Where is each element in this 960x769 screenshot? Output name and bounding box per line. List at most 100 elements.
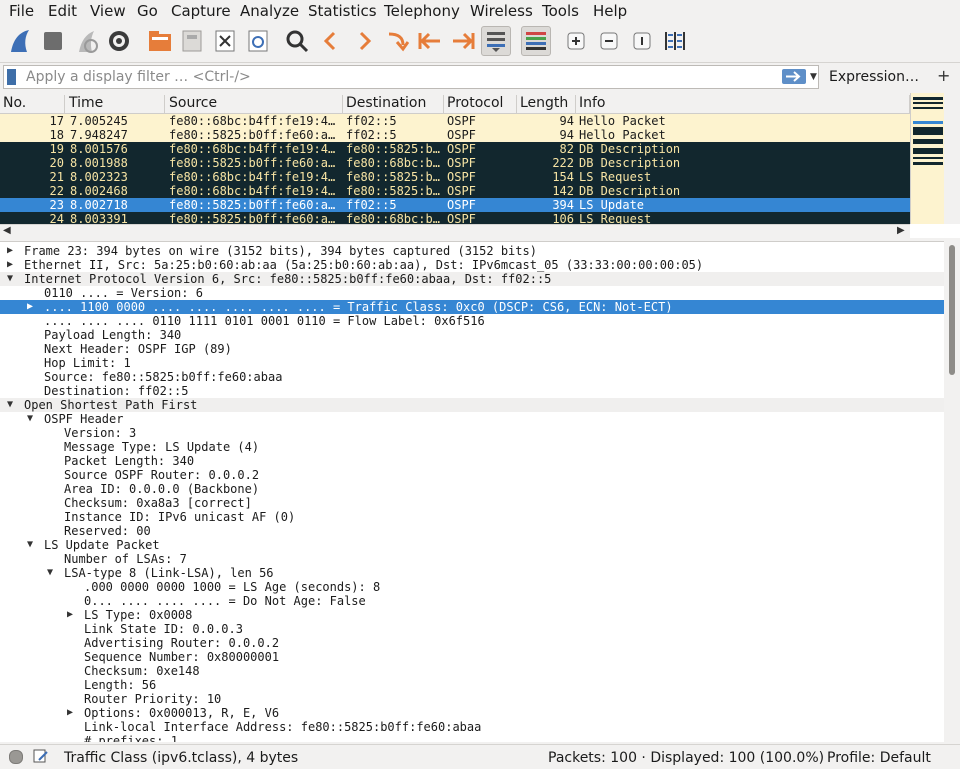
column-header-destination[interactable]: Destination — [343, 95, 444, 113]
detail-tree-node[interactable]: Instance ID: IPv6 unicast AF (0) — [0, 510, 944, 524]
menu-wireless[interactable]: Wireless — [470, 2, 533, 20]
detail-tree-node[interactable]: 0110 .... = Version: 6 — [0, 286, 944, 300]
collapse-arrow-icon[interactable]: ▼ — [27, 538, 39, 552]
go-first-packet-icon[interactable] — [415, 26, 445, 56]
detail-tree-node[interactable]: ▼ LSA-type 8 (Link-LSA), len 56 — [0, 566, 944, 580]
detail-tree-node[interactable]: ▶ .... 1100 0000 .... .... .... .... ....… — [0, 300, 944, 314]
close-file-icon[interactable] — [210, 26, 240, 56]
scroll-right-icon[interactable]: ▶ — [897, 225, 905, 236]
packet-row[interactable]: 19 8.001576 fe80::68bc:b4ff:fe19:4… fe80::5… — [0, 142, 910, 156]
detail-tree-node[interactable]: Hop Limit: 1 — [0, 356, 944, 370]
detail-tree-node[interactable]: Number of LSAs: 7 — [0, 552, 944, 566]
detail-tree-node[interactable]: ▼ LS Update Packet — [0, 538, 944, 552]
packet-row[interactable]: 21 8.002323 fe80::68bc:b4ff:fe19:4… fe80::5… — [0, 170, 910, 184]
menu-statistics[interactable]: Statistics — [308, 2, 377, 20]
collapse-arrow-icon[interactable]: ▼ — [47, 566, 59, 580]
detail-tree-node[interactable]: 0... .... .... .... = Do Not Age: False — [0, 594, 944, 608]
normal-size-icon[interactable] — [627, 26, 657, 56]
detail-tree-node[interactable]: Length: 56 — [0, 678, 944, 692]
packet-row[interactable]: 22 8.002468 fe80::68bc:b4ff:fe19:4… fe80::5… — [0, 184, 910, 198]
menu-help[interactable]: Help — [593, 2, 627, 20]
packet-minimap[interactable] — [910, 93, 945, 224]
menu-telephony[interactable]: Telephony — [384, 2, 460, 20]
filter-history-dropdown-icon[interactable]: ▼ — [810, 72, 817, 82]
capture-options-icon[interactable] — [104, 26, 134, 56]
detail-tree-node[interactable]: Next Header: OSPF IGP (89) — [0, 342, 944, 356]
reload-file-icon[interactable] — [243, 26, 273, 56]
expand-arrow-icon[interactable]: ▶ — [67, 706, 79, 720]
expand-arrow-icon[interactable]: ▶ — [67, 608, 79, 622]
detail-tree-node[interactable]: Reserved: 00 — [0, 524, 944, 538]
detail-tree-node[interactable]: Checksum: 0xa8a3 [correct] — [0, 496, 944, 510]
detail-tree-node[interactable]: Packet Length: 340 — [0, 454, 944, 468]
menu-tools[interactable]: Tools — [542, 2, 579, 20]
packet-row[interactable]: 20 8.001988 fe80::5825:b0ff:fe60:a… fe80::6… — [0, 156, 910, 170]
expand-arrow-icon[interactable]: ▶ — [7, 244, 19, 258]
detail-tree-node[interactable]: Router Priority: 10 — [0, 692, 944, 706]
menu-edit[interactable]: Edit — [48, 2, 77, 20]
detail-tree-node[interactable]: Source OSPF Router: 0.0.0.2 — [0, 468, 944, 482]
packet-row[interactable]: 24 8.003391 fe80::5825:b0ff:fe60:a… fe80::6… — [0, 212, 910, 224]
detail-tree-node[interactable]: ▼ Internet Protocol Version 6, Src: fe80:… — [0, 272, 944, 286]
restart-capture-icon[interactable] — [72, 26, 102, 56]
details-scrollbar[interactable] — [944, 241, 960, 741]
display-filter-input[interactable] — [26, 68, 766, 86]
column-header-time[interactable]: Time — [66, 95, 165, 113]
packet-row[interactable]: 17 7.005245 fe80::68bc:b4ff:fe19:4… ff02::5… — [0, 114, 910, 128]
detail-tree-node[interactable]: Checksum: 0xe148 — [0, 664, 944, 678]
scroll-left-icon[interactable]: ◀ — [3, 225, 11, 236]
bookmark-icon[interactable] — [7, 69, 16, 85]
detail-tree-node[interactable]: Link-local Interface Address: fe80::5825… — [0, 720, 944, 734]
capture-comment-icon[interactable] — [33, 748, 49, 768]
expand-arrow-icon[interactable]: ▶ — [7, 258, 19, 272]
menu-analyze[interactable]: Analyze — [240, 2, 299, 20]
detail-tree-node[interactable]: .... .... .... 0110 1111 0101 0001 0110 … — [0, 314, 944, 328]
status-profile[interactable]: Profile: Default — [827, 750, 931, 766]
detail-tree-node[interactable]: .000 0000 0000 1000 = LS Age (seconds): … — [0, 580, 944, 594]
detail-tree-node[interactable]: ▶ Ethernet II, Src: 5a:25:b0:60:ab:aa (5a… — [0, 258, 944, 272]
menu-capture[interactable]: Capture — [171, 2, 231, 20]
packet-row[interactable]: 23 8.002718 fe80::5825:b0ff:fe60:a… ff02::5… — [0, 198, 910, 212]
expand-arrow-icon[interactable]: ▶ — [27, 300, 39, 314]
detail-tree-node[interactable]: Source: fe80::5825:b0ff:fe60:abaa — [0, 370, 944, 384]
packet-list-scrollbar[interactable] — [944, 93, 960, 224]
apply-filter-arrow-icon[interactable] — [782, 69, 806, 84]
expert-info-icon[interactable] — [9, 750, 23, 764]
detail-tree-node[interactable]: Advertising Router: 0.0.0.2 — [0, 636, 944, 650]
find-packet-icon[interactable] — [282, 26, 312, 56]
menu-file[interactable]: File — [9, 2, 34, 20]
column-header-no[interactable]: No. — [0, 95, 65, 113]
expression-button[interactable]: Expression… — [829, 69, 919, 85]
detail-tree-node[interactable]: # prefixes: 1 — [0, 734, 944, 742]
go-last-packet-icon[interactable] — [448, 26, 478, 56]
go-back-icon[interactable] — [315, 26, 345, 56]
detail-tree-node[interactable]: ▶ Options: 0x000013, R, E, V6 — [0, 706, 944, 720]
packet-row[interactable]: 18 7.948247 fe80::5825:b0ff:fe60:a… ff02::5… — [0, 128, 910, 142]
autoscroll-icon[interactable] — [481, 26, 511, 56]
detail-tree-node[interactable]: ▶ LS Type: 0x0008 — [0, 608, 944, 622]
detail-tree-node[interactable]: Destination: ff02::5 — [0, 384, 944, 398]
collapse-arrow-icon[interactable]: ▼ — [27, 412, 39, 426]
column-header-length[interactable]: Length — [517, 95, 576, 113]
menu-view[interactable]: View — [90, 2, 126, 20]
detail-tree-node[interactable]: Link State ID: 0.0.0.3 — [0, 622, 944, 636]
go-to-packet-icon[interactable] — [382, 26, 412, 56]
colorize-icon[interactable] — [521, 26, 551, 56]
column-header-source[interactable]: Source — [166, 95, 343, 113]
zoom-out-icon[interactable] — [594, 26, 624, 56]
menu-go[interactable]: Go — [137, 2, 158, 20]
details-scrollbar-thumb[interactable] — [949, 245, 955, 375]
packet-list-hscrollbar[interactable]: ◀ ▶ — [0, 224, 910, 239]
add-filter-button[interactable]: + — [937, 66, 950, 85]
stop-capture-icon[interactable] — [38, 26, 68, 56]
detail-tree-node[interactable]: ▶ Frame 23: 394 bytes on wire (3152 bits)… — [0, 244, 944, 258]
detail-tree-node[interactable]: Message Type: LS Update (4) — [0, 440, 944, 454]
column-header-protocol[interactable]: Protocol — [444, 95, 517, 113]
collapse-arrow-icon[interactable]: ▼ — [7, 272, 19, 286]
detail-tree-node[interactable]: Area ID: 0.0.0.0 (Backbone) — [0, 482, 944, 496]
detail-tree-node[interactable]: ▼ Open Shortest Path First — [0, 398, 944, 412]
detail-tree-node[interactable]: ▼ OSPF Header — [0, 412, 944, 426]
save-file-icon[interactable] — [177, 26, 207, 56]
detail-tree-node[interactable]: Payload Length: 340 — [0, 328, 944, 342]
resize-columns-icon[interactable] — [660, 26, 690, 56]
